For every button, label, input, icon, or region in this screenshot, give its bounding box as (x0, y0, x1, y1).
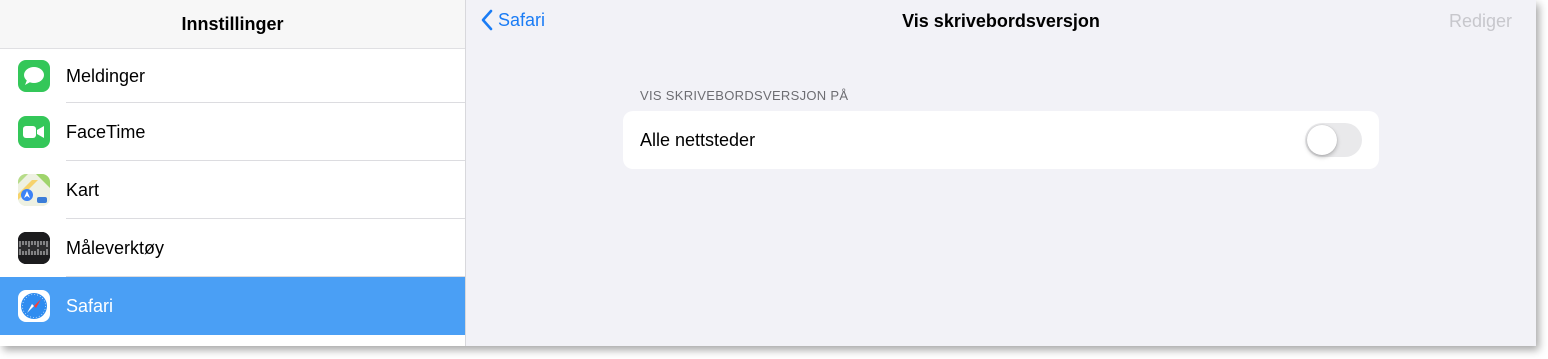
facetime-icon (18, 116, 50, 148)
sidebar: Innstillinger Meldinger FaceTime Kart Må… (0, 0, 466, 346)
safari-icon (18, 290, 50, 322)
page-title: Vis skrivebordsversjon (902, 11, 1100, 31)
toggle-knob (1307, 125, 1337, 155)
sidebar-item-label: Måleverktøy (66, 237, 165, 258)
all-websites-label: Alle nettsteder (640, 130, 756, 150)
detail-pane: Safari Vis skrivebordsversjon Rediger VI… (466, 0, 1536, 346)
sidebar-item-measure[interactable]: Måleverktøy (0, 219, 465, 277)
sidebar-item-messages[interactable]: Meldinger (0, 49, 465, 103)
sidebar-list: Meldinger FaceTime Kart Måleverktøy Safa… (0, 49, 465, 335)
maps-icon (18, 174, 50, 206)
edit-button[interactable]: Rediger (1449, 11, 1512, 32)
sidebar-item-label: Kart (66, 179, 100, 200)
sidebar-item-facetime[interactable]: FaceTime (0, 103, 465, 161)
navigation-bar: Safari Vis skrivebordsversjon Rediger (466, 0, 1536, 42)
all-websites-toggle[interactable] (1305, 123, 1362, 157)
settings-group: Alle nettsteder (623, 111, 1379, 169)
sidebar-item-maps[interactable]: Kart (0, 161, 465, 219)
measure-icon (18, 232, 50, 264)
sidebar-title: Innstillinger (0, 0, 465, 49)
sidebar-item-label: Safari (66, 295, 114, 316)
settings-window: Innstillinger Meldinger FaceTime Kart Må… (0, 0, 1536, 346)
section-header: VIS SKRIVEBORDSVERSJON PÅ (640, 88, 849, 103)
sidebar-item-safari[interactable]: Safari (0, 277, 465, 335)
sidebar-item-label: FaceTime (66, 121, 146, 142)
sidebar-item-label: Meldinger (66, 65, 146, 86)
messages-icon (18, 60, 50, 92)
